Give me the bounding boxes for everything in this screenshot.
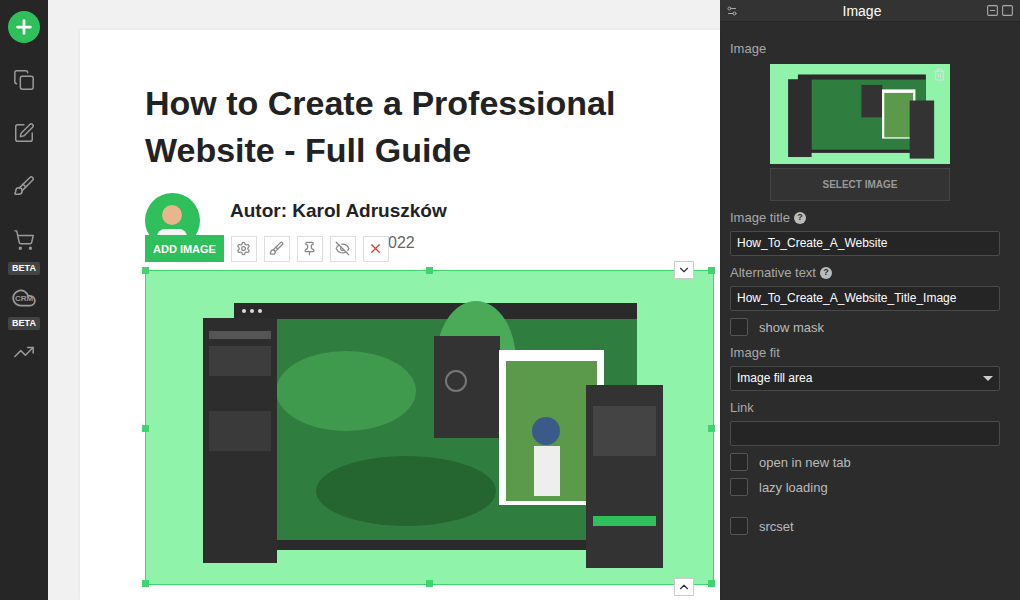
move-up-button[interactable] (674, 578, 694, 596)
hide-icon (335, 241, 350, 256)
checkbox[interactable] (730, 318, 748, 336)
beta-badge: BETA (8, 317, 40, 330)
checkbox-row[interactable]: lazy loading (730, 478, 1000, 496)
text-field[interactable]: How_To_Create_A_Website_Title_Image (730, 286, 1000, 311)
pin-icon (302, 241, 317, 256)
sidebar-item[interactable] (11, 122, 37, 144)
canvas: How to Create a Professional Website - F… (48, 0, 720, 600)
resize-handle[interactable] (708, 267, 715, 274)
sidebar-item[interactable] (11, 341, 37, 363)
panel-header: Image (720, 0, 1020, 22)
resize-handle[interactable] (142, 267, 149, 274)
resize-handle[interactable] (708, 580, 715, 587)
checkbox[interactable] (730, 453, 748, 471)
sidebar: BETA CRM BETA (0, 0, 48, 600)
text-field[interactable] (730, 421, 1000, 446)
author-name: Autor: Karol Adruszków (230, 200, 447, 222)
checkbox-label: show mask (759, 320, 824, 335)
sidebar-item[interactable]: CRM BETA (8, 287, 40, 330)
properties-panel: Image Image SELECT IMAGE Image title? How_To… (720, 0, 1020, 600)
checkbox-row[interactable]: show mask (730, 318, 1000, 336)
checkbox[interactable] (730, 478, 748, 496)
edit-icon (11, 122, 37, 144)
image-thumbnail (770, 64, 950, 164)
chevron-up-icon (677, 580, 691, 594)
maximize-icon[interactable] (1001, 4, 1014, 17)
add-button[interactable] (8, 11, 40, 43)
field-label: Alternative text? (730, 265, 1000, 280)
add-image-button[interactable]: ADD IMAGE (145, 235, 224, 262)
checkbox-row[interactable]: srcset (730, 517, 1000, 535)
trash-icon (933, 68, 946, 81)
sidebar-item[interactable] (11, 175, 37, 197)
resize-handle[interactable] (708, 425, 715, 432)
select-field[interactable]: Image fill area (730, 366, 1000, 391)
delete-image-button[interactable] (933, 68, 946, 81)
minimize-icon[interactable] (986, 4, 999, 17)
panel-title: Image (738, 3, 986, 19)
settings-button[interactable] (231, 236, 257, 262)
checkbox-label: lazy loading (759, 480, 828, 495)
checkbox-label: open in new tab (759, 455, 851, 470)
resize-handle[interactable] (142, 580, 149, 587)
plus-icon (13, 16, 35, 38)
settings-icon (236, 241, 251, 256)
field-label: Image title? (730, 210, 1000, 225)
help-icon[interactable]: ? (820, 267, 832, 279)
sidebar-item[interactable] (11, 69, 37, 91)
element-toolbar: ADD IMAGE (145, 235, 389, 262)
sidebar-item[interactable]: BETA (8, 229, 40, 275)
checkbox-row[interactable]: open in new tab (730, 453, 1000, 471)
style-icon (269, 241, 284, 256)
select-image-button[interactable]: SELECT IMAGE (770, 168, 950, 201)
chevron-down-icon (677, 263, 691, 277)
text-field[interactable]: How_To_Create_A_Website (730, 231, 1000, 256)
website-illustration (146, 271, 713, 584)
style-button[interactable] (264, 236, 290, 262)
gear-icon[interactable] (726, 5, 738, 17)
author-section: Autor: Karol Adruszków022ADD IMAGE (145, 193, 720, 270)
pin-button[interactable] (297, 236, 323, 262)
delete-button[interactable] (363, 236, 389, 262)
shop-icon (11, 229, 37, 251)
design-icon (11, 175, 37, 197)
beta-badge: BETA (8, 262, 40, 275)
editor: BETA CRM BETA How to Create a Professional … (0, 0, 1020, 600)
field-label: Image fit (730, 345, 1000, 360)
resize-handle[interactable] (426, 580, 433, 587)
resize-handle[interactable] (426, 267, 433, 274)
stats-icon (11, 341, 37, 363)
resize-handle[interactable] (142, 425, 149, 432)
move-down-button[interactable] (674, 261, 694, 279)
page: How to Create a Professional Website - F… (80, 30, 720, 600)
article-title[interactable]: How to Create a Professional Website - F… (145, 80, 645, 174)
image-label: Image (730, 41, 1000, 56)
checkbox[interactable] (730, 517, 748, 535)
field-label: Link (730, 400, 1000, 415)
image-element[interactable] (145, 270, 714, 585)
crm-icon: CRM (11, 287, 37, 309)
crm-label: CRM (11, 294, 37, 304)
caret-icon (983, 376, 993, 381)
help-icon[interactable]: ? (794, 212, 806, 224)
delete-icon (368, 241, 383, 256)
hide-button[interactable] (330, 236, 356, 262)
pages-icon (11, 69, 37, 91)
checkbox-label: srcset (759, 519, 794, 534)
thumbnail-picture (770, 64, 950, 164)
